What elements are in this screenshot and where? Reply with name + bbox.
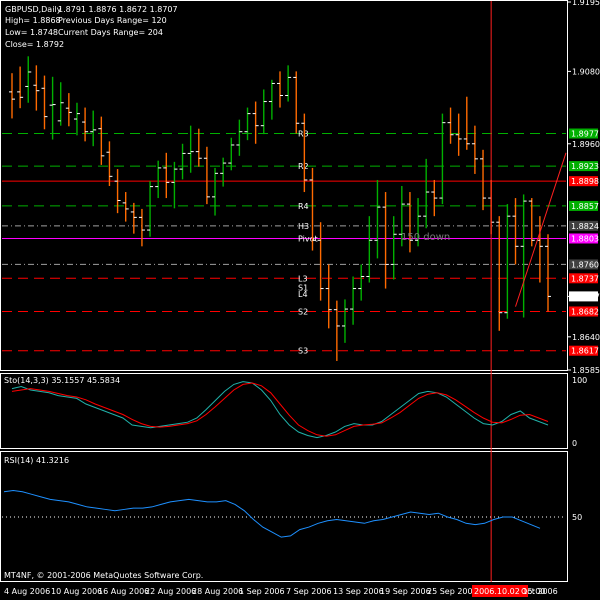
- level-label: R4: [298, 202, 309, 211]
- level-label: Pivot: [298, 234, 318, 243]
- level-label: H3: [298, 222, 309, 231]
- level-label: S3: [298, 347, 308, 356]
- stoch-main-line: [11, 381, 549, 439]
- y-tick-label: 1.8960: [572, 140, 600, 149]
- price-overlay: [490, 1, 567, 582]
- level-label: R3: [298, 130, 309, 139]
- level-label: L3: [298, 274, 308, 283]
- x-tick-label: 7 Sep 2006: [286, 587, 332, 596]
- x-tick-label: 10 Aug 2006: [51, 587, 102, 596]
- price-level-text: 1.8682: [571, 307, 599, 316]
- price-level-text: 1.8803: [571, 234, 599, 243]
- header-curr-range: Current Days Range= 204: [58, 28, 163, 37]
- level-label: R2: [298, 162, 309, 171]
- price-level-text: 1.8898: [571, 177, 599, 186]
- x-tick-label: 25 Sep 2006: [427, 587, 478, 596]
- rsi-label: RSI(14) 41.3216: [4, 456, 69, 465]
- stoch-tick-label: 0: [572, 439, 577, 448]
- x-tick-label: Oct 2006: [521, 587, 558, 596]
- price-bars: [9, 56, 551, 361]
- stoch-signal-line: [11, 382, 549, 437]
- price-level-text: 1.8923: [571, 162, 599, 171]
- stoch-tick-label: 100: [572, 376, 587, 385]
- header-prev-range: Previous Days Range= 120: [58, 16, 167, 25]
- rsi-line: [3, 490, 541, 538]
- price-level-text: 1.8707: [571, 292, 599, 301]
- mt4-chart[interactable]: R3R2R4H3PivotL3S1L4S2S3 1000 50 1.91951.…: [0, 0, 600, 600]
- x-tick-label: 1 Sep 2006: [239, 587, 285, 596]
- x-tick-label: 28 Aug 2006: [192, 587, 243, 596]
- x-tick-label: 16 Aug 2006: [98, 587, 149, 596]
- header-low: Low= 1.8748: [5, 28, 58, 37]
- price-level-text: 1.8737: [571, 274, 599, 283]
- level-label: L4: [298, 290, 308, 299]
- x-tick-label: 19 Sep 2006: [380, 587, 431, 596]
- x-tick-label: 13 Sep 2006: [333, 587, 384, 596]
- header-ohlc: 1.8791 1.8876 1.8672 1.8707: [58, 5, 178, 14]
- pivot-levels: R3R2R4H3PivotL3S1L4S2S3: [2, 130, 566, 356]
- price-level-text: 1.8857: [571, 202, 599, 211]
- price-level-text: 1.8824: [571, 222, 599, 231]
- y-tick-label: 1.9080: [572, 67, 600, 76]
- y-tick-label: 1.8640: [572, 333, 600, 342]
- price-level-text: 1.8617: [571, 347, 599, 356]
- y-tick-label: 1.8585: [572, 366, 600, 375]
- annotation-150-down: 150 down: [401, 232, 450, 243]
- stochastic-panel: 100 0: [11, 376, 587, 448]
- level-label: S2: [298, 307, 308, 316]
- header-close: Close= 1.8792: [5, 40, 64, 49]
- price-level-text: 1.8760: [571, 260, 599, 269]
- x-tick-label: 22 Aug 2006: [145, 587, 196, 596]
- stoch-label: Sto(14,3,3) 35.1557 45.5834: [4, 376, 120, 385]
- rsi-panel: 50: [2, 490, 582, 538]
- y-tick-label: 1.9195: [572, 0, 600, 7]
- x-tick-label: 4 Aug 2006: [4, 587, 50, 596]
- header-symbol: GBPUSD,Daily: [5, 5, 62, 14]
- copyright-text: MT4NF, © 2001-2006 MetaQuotes Software C…: [4, 571, 203, 580]
- header-high: High= 1.8868: [5, 16, 61, 25]
- rsi-tick-label: 50: [572, 513, 582, 522]
- price-level-text: 1.8977: [571, 130, 599, 139]
